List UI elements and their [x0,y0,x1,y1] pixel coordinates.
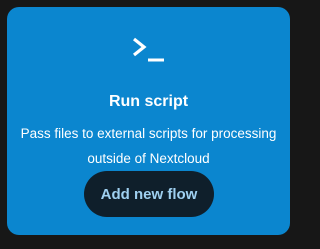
add-new-flow-button[interactable]: Add new flow [84,171,214,217]
card-description: Pass files to external scripts for proce… [20,126,277,166]
workflow-card-run-script: Run script Pass files to external script… [7,7,290,235]
terminal-icon [7,33,290,65]
card-title: Run script [108,93,189,110]
